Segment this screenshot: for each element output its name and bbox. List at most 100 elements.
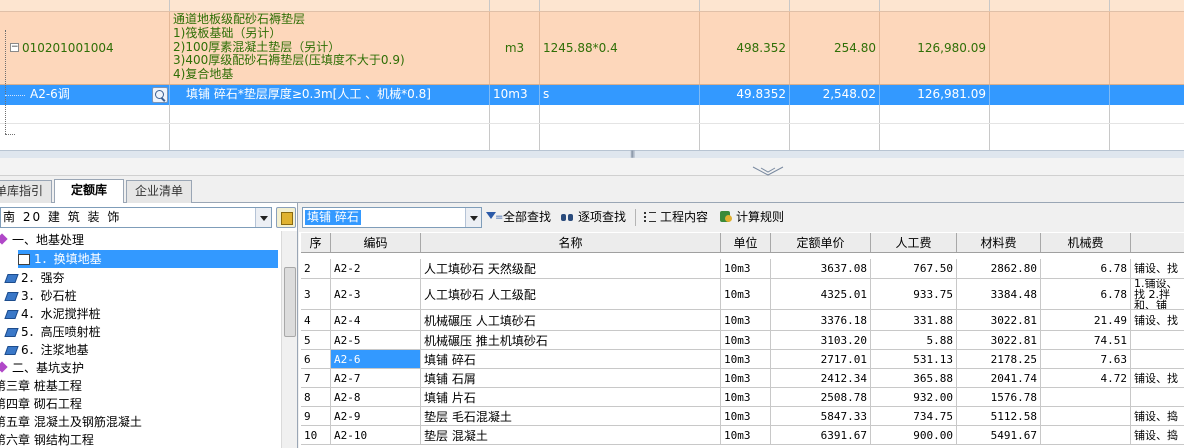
collapse-icon[interactable]: −	[10, 43, 19, 52]
quota-row-selected[interactable]: A2-6调 填铺 碎石*垫层厚度≥0.3m[人工 、机械*0.8] 10m3 s…	[0, 85, 1184, 105]
tree-connector	[5, 30, 6, 134]
binoculars-icon	[561, 211, 575, 223]
bill-items-grid: 010201001004 通道地板级配砂石褥垫层 1)筏板基础（另计） 2)10…	[0, 0, 1184, 150]
cell-unit: 10m3	[721, 369, 771, 387]
col-material[interactable]: 材料费	[957, 233, 1041, 252]
col-seq[interactable]: 序	[301, 233, 331, 252]
tab-quota-library[interactable]: 定额库	[54, 179, 124, 203]
calc-rules-button[interactable]: 计算规则	[719, 208, 784, 227]
book-icon	[18, 254, 30, 265]
horizontal-scrollbar[interactable]: |||	[0, 150, 1184, 158]
chevron-down-icon[interactable]	[255, 208, 271, 227]
col-machine[interactable]: 机械费	[1041, 233, 1131, 252]
tab-guide[interactable]: 单库指引	[0, 180, 52, 203]
col-labor[interactable]: 人工费	[871, 233, 957, 252]
table-row[interactable]: 10 A2-10 垫层 混凝土 10m3 6391.67 900.00 5491.67 铺设、…	[301, 426, 1184, 445]
tree-node-item[interactable]: 2．强夯	[4, 269, 65, 287]
empty-row[interactable]	[0, 124, 1184, 150]
pane-splitter[interactable]	[0, 158, 1184, 176]
tree-scrollbar[interactable]	[281, 231, 297, 448]
tree-node-item[interactable]: 5．高压喷射桩	[4, 323, 101, 341]
tab-enterprise-list[interactable]: 企业清单	[126, 180, 192, 203]
library-tabbar: 单库指引 定额库 企业清单	[0, 176, 1184, 203]
cell-material: 5491.67	[957, 426, 1041, 444]
library-browse-button[interactable]	[276, 207, 296, 228]
cell-material: 3022.81	[957, 331, 1041, 349]
cell-seq: 8	[301, 388, 331, 406]
table-row[interactable]: 8 A2-8 填铺 片石 10m3 2508.78 932.00 1576.78	[301, 388, 1184, 407]
library-select[interactable]: 湖南 20 建 筑 装 饰	[0, 207, 272, 228]
tree-node-item[interactable]: 4．水泥搅拌桩	[4, 305, 101, 323]
tree-node-chapter[interactable]: 第三章 桩基工程	[0, 377, 82, 395]
bill-row-partial[interactable]	[0, 0, 1184, 12]
chapter-tree: 一、地基处理 1．换填地基 2．强夯 3．砂石桩 4．水泥搅拌桩 5．高压喷射桩…	[0, 231, 280, 448]
cell-price: 3103.20	[771, 331, 871, 349]
tree-node-chapter[interactable]: 二、基坑支护	[0, 359, 84, 377]
cell-labor: 331.88	[871, 310, 957, 330]
cell-machine: 7.63	[1041, 350, 1131, 368]
table-row[interactable]: 2 A2-2 人工填砂石 天然级配 10m3 3637.08 767.50 2862.80 6…	[301, 259, 1184, 279]
find-each-button[interactable]: 逐项查找	[561, 208, 626, 227]
find-all-button[interactable]: 全部查找	[486, 208, 551, 227]
cell-material: 3022.81	[957, 310, 1041, 330]
desc-line-1: 通道地板级配砂石褥垫层	[173, 12, 306, 26]
bill-expression: 1245.88*0.4	[540, 12, 700, 84]
cell-labor: 932.00	[871, 388, 957, 406]
table-row[interactable]: 6 A2-6 填铺 碎石 10m3 2717.01 531.13 2178.25 7.63	[301, 350, 1184, 369]
cell-name: 人工填砂石 天然级配	[421, 259, 721, 278]
cell-name: 填铺 片石	[421, 388, 721, 406]
tree-node-chapter[interactable]: 第五章 混凝土及钢筋混凝土	[0, 413, 142, 431]
table-row[interactable]: 5 A2-5 机械碾压 推土机填砂石 10m3 3103.20 5.88 3022.81 74…	[301, 331, 1184, 350]
search-input[interactable]	[303, 208, 465, 227]
work-content-button[interactable]: 工程内容	[643, 208, 708, 227]
empty-row[interactable]	[0, 105, 1184, 124]
col-work[interactable]	[1131, 233, 1184, 252]
quota-total: 126,981.09	[880, 85, 990, 105]
splitter-handle-icon[interactable]	[752, 166, 784, 176]
bill-row-main[interactable]: 010201001004 通道地板级配砂石褥垫层 1)筏板基础（另计） 2)10…	[0, 12, 1184, 85]
quota-name: 填铺 碎石*垫层厚度≥0.3m[人工 、机械*0.8]	[170, 85, 490, 105]
grid-header-row: 序 编码 名称 单位 定额单价 人工费 材料费 机械费	[301, 233, 1184, 253]
col-price[interactable]: 定额单价	[771, 233, 871, 252]
cell-code: A2-6	[331, 350, 421, 368]
cell-price: 2508.78	[771, 388, 871, 406]
cell-labor: 365.88	[871, 369, 957, 387]
item-icon	[4, 274, 19, 283]
cell-seq: 4	[301, 310, 331, 330]
tree-node-item[interactable]: 3．砂石桩	[4, 287, 77, 305]
search-toolbar: 填铺 碎石 全部查找 逐项查找 工程内容 计算规则	[299, 203, 1184, 232]
cell-unit: 10m3	[721, 259, 771, 278]
magnifier-icon[interactable]	[152, 87, 168, 103]
library-select-value: 湖南 20 建 筑 装 饰	[0, 210, 122, 224]
tree-node-chapter[interactable]: 第四章 砌石工程	[0, 395, 82, 413]
list-icon	[643, 211, 657, 223]
chapter-icon	[0, 361, 8, 373]
quota-expression: s	[540, 85, 700, 105]
cell-seq: 9	[301, 407, 331, 425]
quota-quantity: 49.8352	[700, 85, 790, 105]
cell-machine	[1041, 407, 1131, 425]
cell-work	[1131, 331, 1184, 349]
cell-price: 3376.18	[771, 310, 871, 330]
cell-name: 垫层 混凝土	[421, 426, 721, 444]
table-row[interactable]: 3 A2-3 人工填砂石 人工级配 10m3 4325.01 933.75 3384.48 6…	[301, 279, 1184, 310]
cell-code: A2-4	[331, 310, 421, 330]
tree-node-item[interactable]: 6．注浆地基	[4, 341, 89, 359]
tree-node-chapter[interactable]: 一、地基处理	[0, 231, 84, 249]
cell-labor: 767.50	[871, 259, 957, 278]
tree-node-selected[interactable]: 1．换填地基	[18, 250, 278, 268]
col-name[interactable]: 名称	[421, 233, 721, 252]
cell-price: 3637.08	[771, 259, 871, 278]
col-code[interactable]: 编码	[331, 233, 421, 252]
cell-seq: 3	[301, 279, 331, 309]
tree-node-chapter[interactable]: 第六章 钢结构工程	[0, 431, 94, 448]
col-unit[interactable]: 单位	[721, 233, 771, 252]
table-row[interactable]: 7 A2-7 填铺 石屑 10m3 2412.34 365.88 2041.74 4.72 铺设…	[301, 369, 1184, 388]
chevron-down-icon[interactable]	[465, 208, 481, 227]
scroll-thumb[interactable]	[284, 267, 296, 337]
search-combo[interactable]: 填铺 碎石	[302, 207, 482, 228]
cell-labor: 5.88	[871, 331, 957, 349]
table-row[interactable]: 9 A2-9 垫层 毛石混凝土 10m3 5847.33 734.75 5112.58 铺设、…	[301, 407, 1184, 426]
quota-editor-window: 010201001004 通道地板级配砂石褥垫层 1)筏板基础（另计） 2)10…	[0, 0, 1184, 448]
table-row[interactable]: 4 A2-4 机械碾压 人工填砂石 10m3 3376.18 331.88 3022.81 2…	[301, 310, 1184, 331]
